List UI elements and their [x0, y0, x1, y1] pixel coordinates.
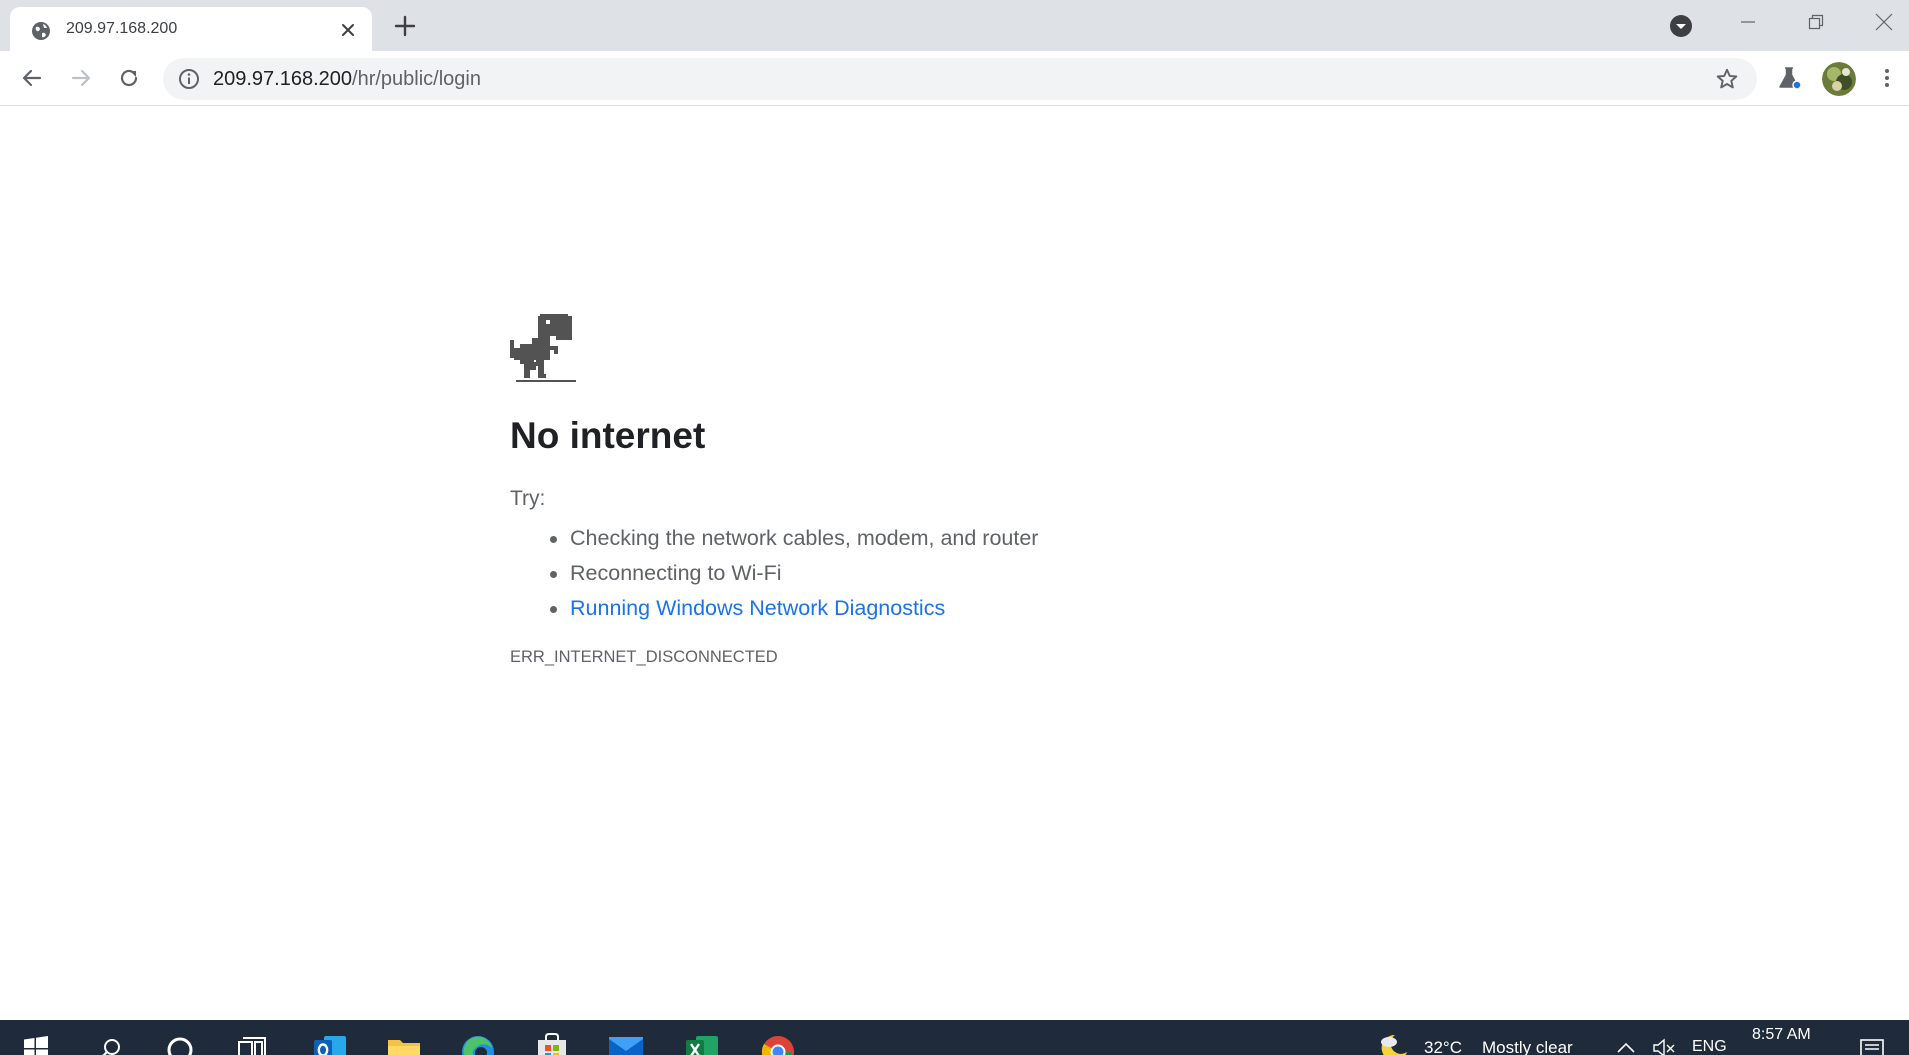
mail-taskbar-button[interactable]: [606, 1035, 646, 1055]
forward-button[interactable]: [66, 63, 96, 93]
tab-strip: 209.97.168.200: [0, 0, 1909, 51]
cortana-button[interactable]: [164, 1036, 196, 1055]
weather-moon-icon: [1381, 1034, 1407, 1055]
minimize-button[interactable]: [1714, 0, 1782, 44]
avatar-image: [1822, 62, 1856, 96]
address-bar[interactable]: 209.97.168.200/hr/public/login: [163, 58, 1757, 100]
restore-button[interactable]: [1782, 0, 1850, 44]
outlook-icon: [314, 1036, 346, 1055]
chrome-taskbar-button[interactable]: [758, 1034, 798, 1055]
tab-search-icon[interactable]: [1669, 14, 1693, 38]
windows-taskbar: 32°C Mostly clear ENG 8:57 AM: [0, 1020, 1909, 1055]
error-title: No internet: [510, 415, 706, 456]
reload-button[interactable]: [114, 63, 144, 93]
profile-avatar[interactable]: [1822, 62, 1856, 96]
windows-start-icon: [24, 1036, 48, 1055]
file-explorer-icon: [388, 1040, 420, 1055]
search-button[interactable]: [96, 1037, 126, 1055]
labs-button[interactable]: [1774, 63, 1804, 93]
weather-widget[interactable]: [1376, 1032, 1410, 1055]
edge-taskbar-button[interactable]: [458, 1034, 498, 1055]
error-page: No internet Try: Checking the network ca…: [0, 107, 1909, 1020]
outlook-taskbar-button[interactable]: [310, 1034, 350, 1055]
store-taskbar-button[interactable]: [532, 1032, 572, 1055]
close-icon: [1875, 13, 1893, 31]
error-code: ERR_INTERNET_DISCONNECTED: [510, 648, 778, 666]
suggestion-item: Checking the network cables, modem, and …: [549, 521, 1038, 556]
dinosaur-icon: [510, 314, 576, 382]
browser-tab[interactable]: 209.97.168.200: [10, 7, 372, 51]
tab-title: 209.97.168.200: [66, 20, 178, 37]
close-window-button[interactable]: [1850, 0, 1909, 44]
browser-toolbar: 209.97.168.200/hr/public/login: [0, 51, 1909, 106]
cortana-icon: [167, 1037, 193, 1055]
excel-taskbar-button[interactable]: [682, 1034, 722, 1055]
weather-condition[interactable]: Mostly clear: [1482, 1038, 1573, 1055]
suggestion-item: Reconnecting to Wi-Fi: [549, 556, 1038, 591]
globe-icon: [32, 22, 50, 40]
excel-icon: [686, 1036, 718, 1055]
menu-button[interactable]: [1872, 63, 1902, 93]
url-host: 209.97.168.200: [213, 68, 353, 90]
task-view-button[interactable]: [236, 1036, 268, 1055]
url-text[interactable]: 209.97.168.200/hr/public/login: [213, 58, 481, 100]
task-view-icon: [238, 1037, 266, 1055]
notifications-button[interactable]: [1856, 1038, 1888, 1055]
show-hidden-icons-button[interactable]: [1612, 1040, 1640, 1055]
network-diagnostics-link[interactable]: Running Windows Network Diagnostics: [549, 591, 1038, 626]
back-arrow-icon: [22, 69, 42, 87]
minimize-icon: [1741, 21, 1755, 23]
reload-icon: [120, 69, 138, 87]
chevron-up-icon: [1617, 1042, 1635, 1053]
clock-time[interactable]: 8:57 AM: [1752, 1026, 1811, 1044]
start-button[interactable]: [18, 1036, 54, 1055]
more-vert-icon: [1885, 69, 1889, 87]
info-icon[interactable]: [178, 68, 200, 90]
store-icon: [538, 1033, 566, 1055]
mail-icon: [609, 1037, 643, 1055]
chrome-icon: [761, 1036, 794, 1055]
forward-arrow-icon: [71, 69, 91, 87]
tab-close-icon[interactable]: [338, 20, 358, 40]
try-label: Try:: [510, 487, 546, 510]
search-icon: [102, 1039, 120, 1055]
bookmark-star-icon[interactable]: [1715, 67, 1739, 91]
file-explorer-taskbar-button[interactable]: [384, 1034, 424, 1055]
edge-icon: [462, 1036, 494, 1055]
back-button[interactable]: [17, 63, 47, 93]
notification-center-icon: [1860, 1039, 1884, 1055]
language-indicator[interactable]: ENG: [1692, 1038, 1727, 1055]
weather-temperature[interactable]: 32°C: [1424, 1038, 1462, 1055]
volume-muted-icon: [1653, 1038, 1675, 1055]
new-tab-icon[interactable]: [392, 13, 418, 39]
restore-icon: [1808, 14, 1824, 30]
volume-button[interactable]: [1650, 1038, 1678, 1055]
suggestions-list: Checking the network cables, modem, and …: [549, 521, 1038, 626]
url-path: /hr/public/login: [352, 68, 481, 90]
flask-icon: [1779, 67, 1802, 90]
